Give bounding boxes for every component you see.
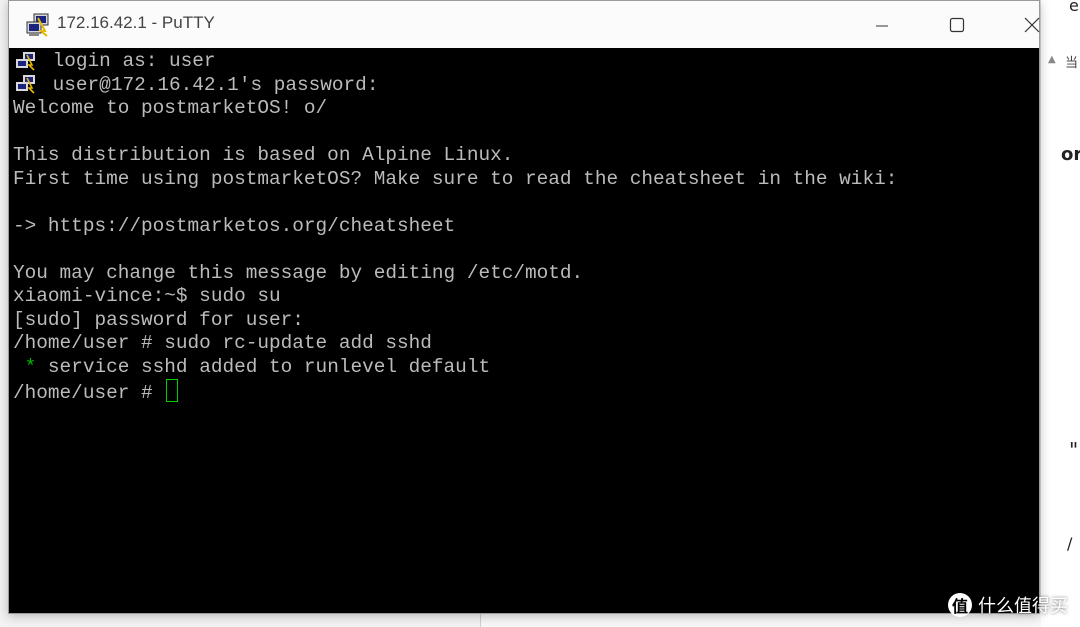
title-bar[interactable]: 172.16.42.1 - PuTTY	[9, 1, 1040, 48]
watermark-text: 什么值得买	[978, 596, 1068, 617]
terminal-line: /home/user # sudo rc-update add sshd	[13, 332, 432, 354]
putty-window: 172.16.42.1 - PuTTY login as: user user@…	[8, 0, 1040, 614]
maximize-button[interactable]	[934, 1, 980, 48]
minimize-icon	[876, 25, 888, 26]
close-icon	[1024, 17, 1040, 32]
putty-session-icon	[16, 75, 35, 94]
terminal-area[interactable]: login as: user user@172.16.42.1's passwo…	[13, 49, 1033, 611]
terminal-line-service: * service sshd added to runlevel default	[13, 356, 490, 380]
terminal-line: xiaomi-vince:~$ sudo su	[13, 285, 281, 307]
terminal-line: Welcome to postmarketOS! o/	[13, 97, 328, 119]
service-message: service sshd added to runlevel default	[36, 355, 491, 378]
service-star: *	[13, 355, 37, 378]
maximize-icon	[949, 17, 965, 32]
bg-fragment-quote: "	[1069, 438, 1079, 462]
putty-icon[interactable]	[25, 13, 51, 37]
terminal-cursor	[166, 379, 179, 402]
scroll-up-arrow-icon[interactable]: ▲	[1048, 54, 1060, 66]
background-window: e 当 or " /	[1040, 0, 1080, 627]
close-button[interactable]	[1009, 1, 1055, 48]
putty-session-icon	[16, 52, 35, 71]
watermark: 值 什么值得买	[948, 591, 1068, 619]
terminal-line: [sudo] password for user:	[13, 308, 304, 331]
background-desktop-strip	[0, 612, 480, 627]
window-title: 172.16.42.1 - PuTTY	[57, 13, 215, 32]
minimize-button[interactable]	[859, 1, 905, 48]
prompt-text: /home/user #	[13, 382, 165, 404]
terminal-line: login as: user	[41, 50, 216, 72]
bg-fragment-mid: or	[1061, 144, 1080, 165]
terminal-line: This distribution is based on Alpine Lin…	[13, 144, 514, 166]
bg-fragment-cjk: 当	[1065, 56, 1079, 71]
terminal-line: You may change this message by editing /…	[13, 261, 584, 284]
terminal-line: First time using postmarketOS? Make sure…	[13, 167, 898, 190]
terminal-line: user@172.16.42.1's password:	[41, 73, 379, 96]
bg-fragment-slash: /	[1067, 534, 1073, 553]
watermark-logo-icon: 值	[948, 593, 972, 617]
terminal-prompt-line: /home/user #	[13, 379, 179, 404]
terminal-line: -> https://postmarketos.org/cheatsheet	[13, 214, 456, 237]
bg-fragment-top: e	[1069, 0, 1079, 15]
